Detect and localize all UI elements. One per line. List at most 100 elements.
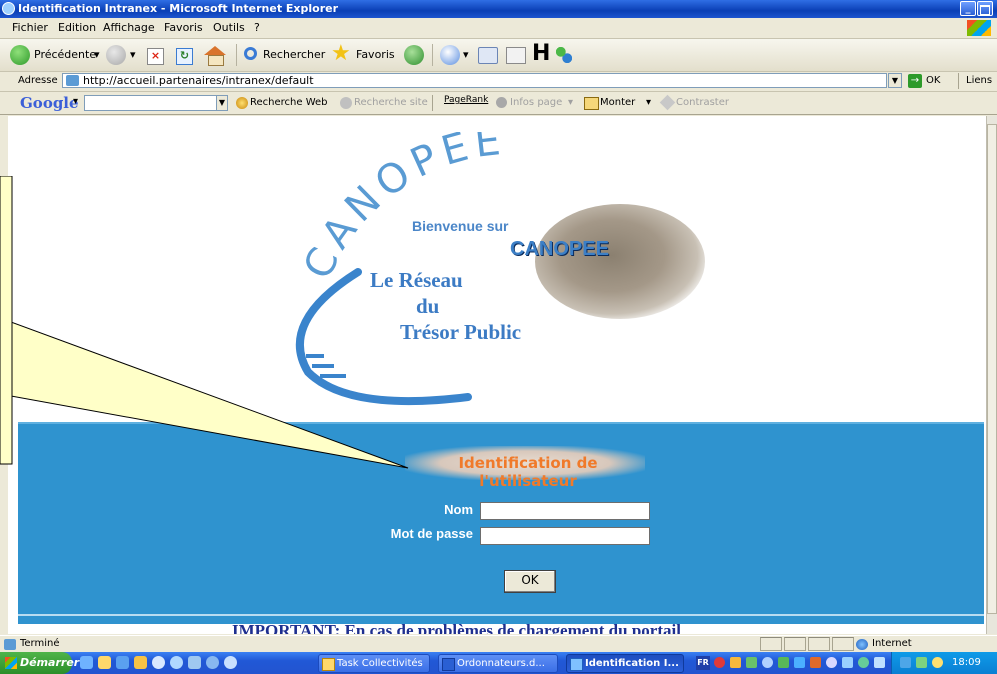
tray-messenger-icon[interactable]	[778, 657, 789, 668]
google-search-input[interactable]	[84, 95, 224, 111]
search-site-button[interactable]: Recherche site	[354, 97, 428, 108]
menu-edition[interactable]: Edition	[58, 21, 96, 34]
ok-button[interactable]: OK	[504, 570, 556, 593]
address-input[interactable]: http://accueil.partenaires/intranex/defa…	[62, 73, 887, 88]
windows-logo-icon	[967, 20, 991, 36]
address-label: Adresse	[18, 75, 58, 86]
panel-divider	[18, 614, 984, 616]
scrollbar-thumb[interactable]	[987, 124, 997, 614]
go-arrow-icon[interactable]: →	[908, 74, 922, 88]
back-dropdown-icon[interactable]: ▾	[94, 48, 100, 61]
mail-dropdown-icon[interactable]: ▾	[463, 48, 469, 61]
search-icon[interactable]	[244, 47, 257, 60]
menu-help[interactable]: ?	[254, 21, 260, 34]
windows-flag-icon	[5, 657, 17, 669]
monter-dropdown-icon[interactable]: ▾	[646, 97, 651, 108]
messenger-icon[interactable]	[556, 47, 572, 63]
history-icon[interactable]	[404, 45, 424, 65]
tray-display-icon[interactable]	[842, 657, 853, 668]
stop-icon[interactable]: ×	[147, 48, 164, 65]
links-button[interactable]: Liens	[966, 75, 992, 86]
menu-favoris[interactable]: Favoris	[164, 21, 203, 34]
google-menu-dropdown-icon[interactable]: ▾	[73, 96, 78, 107]
status-bar: Terminé Internet	[0, 635, 997, 653]
forward-dropdown-icon[interactable]: ▾	[130, 48, 136, 61]
clock[interactable]: 18:09	[952, 657, 981, 668]
status-cell	[784, 637, 806, 651]
tray-sync-icon[interactable]	[794, 657, 805, 668]
vertical-scrollbar[interactable]	[986, 116, 997, 634]
google-logo[interactable]: Google	[20, 94, 79, 112]
quicklaunch-app-icon[interactable]	[188, 656, 201, 669]
menu-fichier[interactable]: Fichier	[12, 21, 48, 34]
infos-page-dropdown-icon[interactable]: ▾	[568, 97, 573, 108]
google-search-dropdown-icon[interactable]: ▼	[216, 95, 228, 111]
go-button[interactable]: OK	[926, 75, 940, 86]
back-button-label[interactable]: Précédente	[34, 48, 96, 61]
login-title: Identification de l'utilisateur	[458, 454, 598, 490]
search-web-button[interactable]: Recherche Web	[250, 97, 328, 108]
infos-page-button[interactable]: Infos page	[510, 97, 562, 108]
menu-outils[interactable]: Outils	[213, 21, 245, 34]
important-notice[interactable]: IMPORTANT: En cas de problèmes de charge…	[232, 621, 681, 634]
quicklaunch-folder-icon[interactable]	[134, 656, 147, 669]
tray-search-icon[interactable]	[874, 657, 885, 668]
refresh-icon[interactable]: ↻	[176, 48, 193, 65]
monter-button[interactable]: Monter	[600, 97, 635, 108]
start-button[interactable]: Démarrer	[0, 652, 79, 674]
language-indicator[interactable]: FR	[696, 656, 710, 670]
google-logo-text: Google	[20, 94, 79, 112]
h-toolbar-icon[interactable]: H	[532, 43, 550, 65]
contraster-button[interactable]: Contraster	[676, 97, 729, 108]
word-document-icon	[442, 658, 455, 671]
status-cell	[760, 637, 782, 651]
search-button-label[interactable]: Rechercher	[263, 48, 325, 61]
tray-app-icon[interactable]	[730, 657, 741, 668]
window-title-bar[interactable]: Identification Intranex - Microsoft Inte…	[0, 0, 997, 18]
tray-app-icon[interactable]	[826, 657, 837, 668]
search-site-icon	[340, 97, 352, 109]
status-cell	[832, 637, 854, 651]
quicklaunch-ie-icon[interactable]	[80, 656, 93, 669]
menu-affichage[interactable]: Affichage	[103, 21, 155, 34]
home-icon[interactable]	[204, 46, 226, 55]
quicklaunch-clock-icon[interactable]	[170, 656, 183, 669]
tray-network-icon[interactable]	[746, 657, 757, 668]
favorites-button-label[interactable]: Favoris	[356, 48, 395, 61]
security-zone: Internet	[872, 638, 912, 649]
internet-explorer-icon	[2, 2, 15, 15]
address-url[interactable]: http://accueil.partenaires/intranex/defa…	[83, 74, 314, 87]
address-dropdown-icon[interactable]: ▼	[888, 73, 902, 88]
password-input[interactable]	[480, 527, 650, 545]
tray-sun-icon[interactable]	[932, 657, 943, 668]
favorites-star-icon[interactable]: ★	[331, 43, 351, 65]
quicklaunch-doc-icon[interactable]	[98, 656, 111, 669]
tray-update-icon[interactable]	[762, 657, 773, 668]
pagerank-indicator[interactable]: PageRank	[444, 95, 488, 105]
tray-app-icon[interactable]	[916, 657, 927, 668]
quicklaunch-browser-icon[interactable]	[116, 656, 129, 669]
quicklaunch-media-icon[interactable]	[152, 656, 165, 669]
password-label: Mot de passe	[390, 526, 473, 541]
print-icon[interactable]	[478, 47, 498, 64]
info-icon	[496, 97, 507, 108]
minimize-button[interactable]: _	[960, 1, 976, 16]
menu-bar: Fichier Edition Affichage Favoris Outils…	[0, 18, 997, 39]
task-button-active[interactable]: Identification I...	[566, 654, 684, 673]
task-button[interactable]: Task Collectivités	[318, 654, 430, 673]
task-label: Ordonnateurs.d...	[457, 658, 545, 669]
tray-volume-icon[interactable]	[900, 657, 911, 668]
quicklaunch-info-icon[interactable]	[224, 656, 237, 669]
back-arrow-icon[interactable]	[10, 45, 30, 65]
maximize-button[interactable]	[977, 1, 993, 16]
brand-name: CANOPEE	[510, 238, 609, 260]
tray-app-icon[interactable]	[858, 657, 869, 668]
task-button[interactable]: Ordonnateurs.d...	[438, 654, 558, 673]
tray-antivirus-icon[interactable]	[714, 657, 725, 668]
tray-app-icon[interactable]	[810, 657, 821, 668]
quicklaunch-search-icon[interactable]	[206, 656, 219, 669]
forward-arrow-icon[interactable]	[106, 45, 126, 65]
name-input[interactable]	[480, 502, 650, 520]
mail-icon[interactable]	[440, 45, 460, 65]
edit-icon[interactable]	[506, 47, 526, 64]
